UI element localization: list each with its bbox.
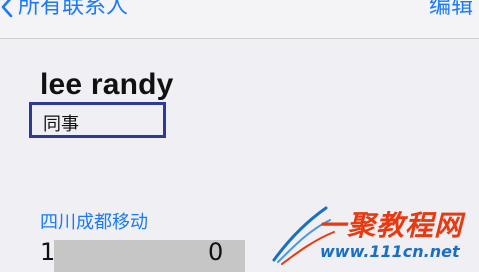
watermark-title: 一聚教程网 (318, 209, 464, 242)
contact-detail-screen: 所有联系人 编辑 lee randy 同事 四川成都移动 1 0 一聚教程网 w… (0, 0, 479, 272)
navigation-bar: 所有联系人 编辑 (0, 0, 479, 39)
site-watermark: 一聚教程网 www.111cn.net (268, 190, 479, 272)
contact-name: lee randy (40, 68, 174, 101)
relation-highlight-box: 同事 (29, 102, 166, 138)
phone-number[interactable]: 1 0 (40, 238, 245, 272)
phone-first-digit: 1 (40, 238, 56, 266)
back-button[interactable]: 所有联系人 (0, 0, 128, 24)
back-button-label: 所有联系人 (18, 0, 129, 19)
chevron-left-icon (0, 0, 14, 19)
edit-button[interactable]: 编辑 (429, 0, 473, 24)
phone-label: 四川成都移动 (40, 212, 148, 233)
phone-last-digit: 0 (208, 238, 224, 266)
contact-relation: 同事 (43, 114, 79, 135)
watermark-url: www.111cn.net (320, 242, 460, 261)
